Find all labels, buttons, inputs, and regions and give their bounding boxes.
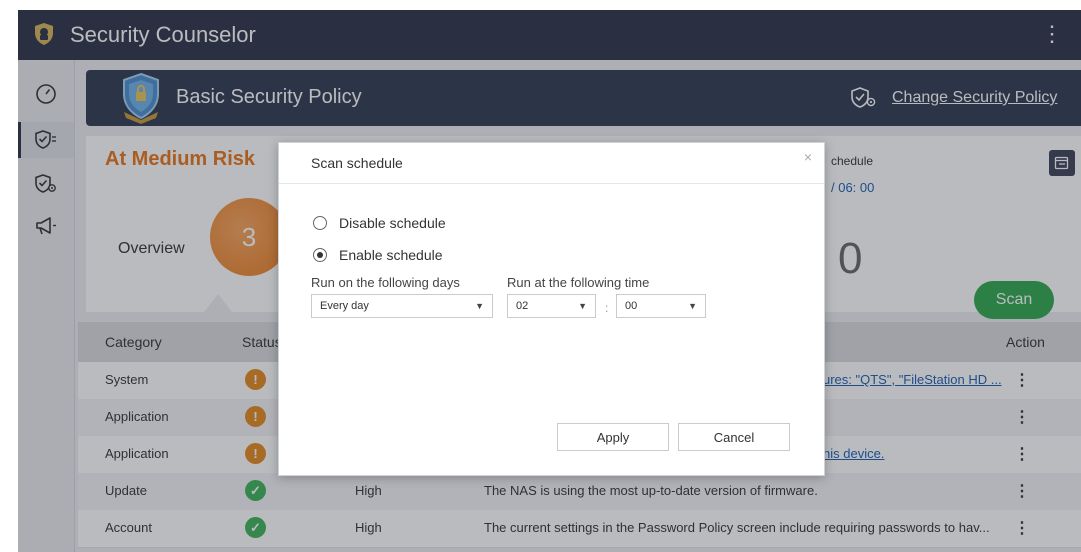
days-label: Run on the following days: [311, 275, 460, 290]
chevron-down-icon: ▼: [475, 301, 484, 311]
apply-button[interactable]: Apply: [557, 423, 669, 451]
minute-select[interactable]: 00 ▼: [616, 294, 706, 318]
enable-schedule-option[interactable]: Enable schedule: [313, 247, 443, 263]
disable-schedule-label: Disable schedule: [339, 215, 446, 231]
days-select-value: Every day: [320, 300, 369, 312]
chevron-down-icon: ▼: [578, 301, 587, 311]
minute-select-value: 00: [625, 300, 638, 312]
time-label: Run at the following time: [507, 275, 650, 290]
disable-schedule-option[interactable]: Disable schedule: [313, 215, 446, 231]
disable-schedule-radio[interactable]: [313, 216, 327, 230]
cancel-button-label: Cancel: [713, 429, 755, 445]
enable-schedule-radio[interactable]: [313, 248, 327, 262]
enable-schedule-label: Enable schedule: [339, 247, 443, 263]
chevron-down-icon: ▼: [688, 301, 697, 311]
dialog-divider: [279, 183, 824, 184]
close-icon[interactable]: ×: [804, 149, 812, 165]
scan-schedule-dialog: Scan schedule × Disable schedule Enable …: [278, 142, 825, 476]
apply-button-label: Apply: [596, 429, 630, 445]
hour-select[interactable]: 02 ▼: [507, 294, 596, 318]
time-separator: :: [605, 301, 609, 315]
cancel-button[interactable]: Cancel: [678, 423, 790, 451]
hour-select-value: 02: [516, 300, 529, 312]
days-select[interactable]: Every day ▼: [311, 294, 493, 318]
dialog-title: Scan schedule: [311, 155, 403, 171]
